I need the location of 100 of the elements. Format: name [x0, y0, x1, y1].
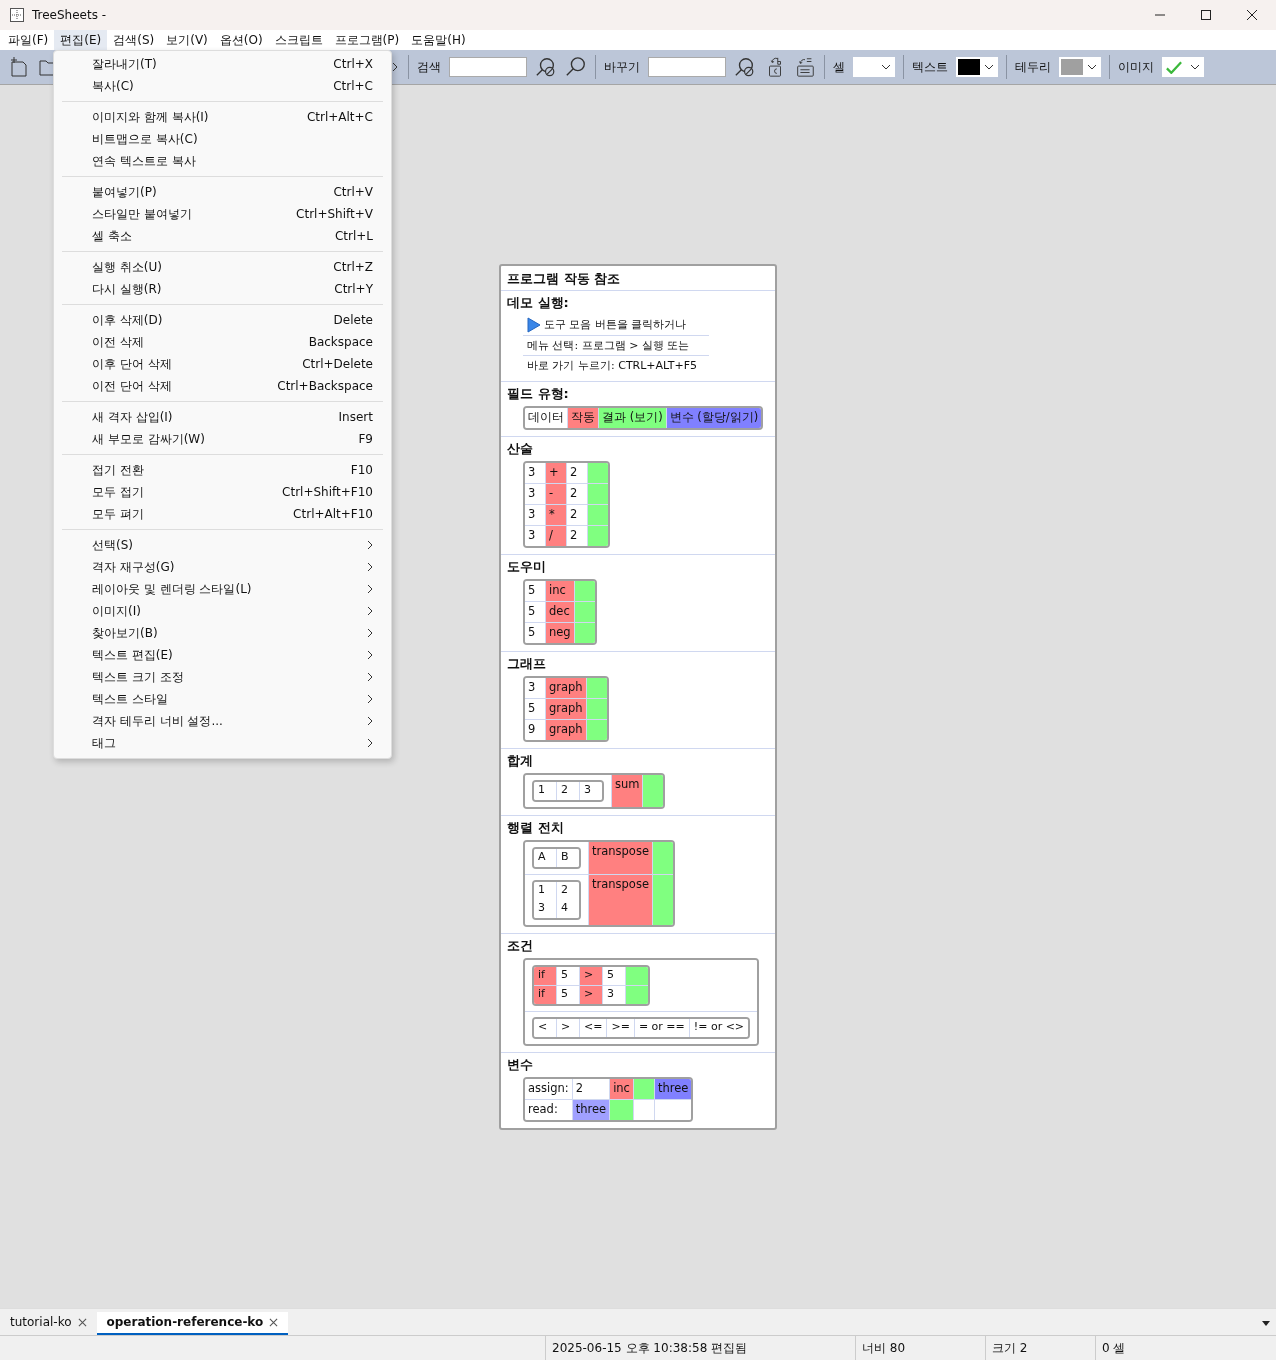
- grid-cell[interactable]: 5: [603, 966, 626, 986]
- menu-item[interactable]: 이후 삭제(D) Delete: [54, 309, 391, 331]
- menu-item[interactable]: 파일(F): [2, 29, 55, 51]
- menu-item[interactable]: 잘라내기(T) Ctrl+X: [54, 53, 391, 75]
- grid-cell[interactable]: dec: [546, 601, 575, 623]
- grid-cell[interactable]: 5: [525, 601, 546, 623]
- menu-item[interactable]: 셀 축소 Ctrl+L: [54, 225, 391, 247]
- menu-item[interactable]: 스타일만 붙여넣기 Ctrl+Shift+V: [54, 203, 391, 225]
- menu-item[interactable]: 새 부모로 감싸기(W) F9: [54, 428, 391, 450]
- menu-item[interactable]: 보기(V): [160, 29, 214, 51]
- menu-item[interactable]: 이미지(I): [54, 600, 391, 622]
- grid-cell[interactable]: three: [654, 1078, 692, 1100]
- menu-item[interactable]: 새 격자 삽입(I) Insert: [54, 406, 391, 428]
- menu-item[interactable]: 이전 단어 삭제 Ctrl+Backspace: [54, 375, 391, 397]
- grid-cell[interactable]: 1: [534, 881, 557, 900]
- replace-all-icon[interactable]: [794, 56, 816, 78]
- grid-cell[interactable]: 1 2 3 4: [525, 874, 589, 925]
- grid-cell[interactable]: 3: [525, 483, 546, 505]
- menu-item[interactable]: 선택(S): [54, 534, 391, 556]
- grid-cell[interactable]: 5: [557, 966, 580, 986]
- grid-cell[interactable]: [574, 580, 595, 602]
- grid-cell[interactable]: 3: [525, 525, 546, 546]
- menu-item[interactable]: 텍스트 스타일: [54, 688, 391, 710]
- grid-cell[interactable]: 2: [567, 462, 588, 484]
- grid-cell[interactable]: 2: [567, 504, 588, 526]
- menu-item[interactable]: 이후 단어 삭제 Ctrl+Delete: [54, 353, 391, 375]
- menu-item[interactable]: 실행 취소(U) Ctrl+Z: [54, 256, 391, 278]
- grid-cell[interactable]: +: [546, 462, 567, 484]
- grid-cell[interactable]: [588, 504, 608, 526]
- grid-cell[interactable]: 2: [567, 483, 588, 505]
- menu-item[interactable]: 비트맵으로 복사(C): [54, 128, 391, 150]
- chevron-icon[interactable]: [392, 62, 398, 72]
- grid-cell[interactable]: if 5 > 5 if 5 > 3: [525, 959, 758, 1012]
- grid-cell[interactable]: >: [580, 966, 603, 986]
- grid-cell[interactable]: A B: [525, 841, 589, 875]
- grid-cell[interactable]: 3: [525, 504, 546, 526]
- grid-cell[interactable]: neg: [546, 622, 575, 643]
- menu-item[interactable]: 다시 실행(R) Ctrl+Y: [54, 278, 391, 300]
- document-tab[interactable]: tutorial-ko: [0, 1312, 97, 1335]
- grid-cell[interactable]: [588, 525, 608, 546]
- grid-cell[interactable]: transpose: [589, 874, 653, 925]
- close-icon[interactable]: [269, 1317, 279, 1327]
- grid-cell[interactable]: [626, 966, 648, 986]
- grid-cell[interactable]: 작동: [568, 407, 599, 428]
- grid-cell[interactable]: [652, 841, 673, 875]
- close-icon[interactable]: [1246, 9, 1258, 21]
- menu-item[interactable]: 태그: [54, 732, 391, 754]
- document-tab[interactable]: operation-reference-ko: [96, 1312, 289, 1335]
- grid-cell[interactable]: 2: [567, 525, 588, 546]
- maximize-icon[interactable]: [1200, 9, 1212, 21]
- grid-cell[interactable]: [643, 774, 664, 807]
- grid-cell[interactable]: if: [534, 966, 557, 986]
- grid-cell[interactable]: 5: [525, 698, 546, 720]
- menu-item[interactable]: 모두 펴기 Ctrl+Alt+F10: [54, 503, 391, 525]
- dropdown-arrow-icon[interactable]: [1262, 1321, 1270, 1327]
- menu-item[interactable]: 이미지와 함께 복사(I) Ctrl+Alt+C: [54, 106, 391, 128]
- grid-cell[interactable]: 데이터: [525, 407, 568, 428]
- menu-item[interactable]: 프로그램(P): [328, 29, 406, 51]
- grid-cell[interactable]: 변수 (할당/읽기): [666, 407, 762, 428]
- grid-cell[interactable]: 1 2 3: [525, 774, 612, 807]
- grid-cell[interactable]: graph: [546, 698, 587, 720]
- grid-cell[interactable]: <: [534, 1018, 557, 1037]
- menu-item[interactable]: 복사(C) Ctrl+C: [54, 75, 391, 97]
- grid-cell[interactable]: -: [546, 483, 567, 505]
- search-icon[interactable]: [565, 56, 587, 78]
- menu-item[interactable]: 텍스트 편집(E): [54, 644, 391, 666]
- grid-cell[interactable]: transpose: [589, 841, 653, 875]
- grid-cell[interactable]: read:: [525, 1099, 573, 1120]
- grid-cell[interactable]: assign:: [525, 1078, 573, 1100]
- menu-item[interactable]: 붙여넣기(P) Ctrl+V: [54, 181, 391, 203]
- grid-cell[interactable]: 3: [525, 462, 546, 484]
- grid-cell[interactable]: 5: [525, 622, 546, 643]
- grid-cell[interactable]: [586, 677, 607, 699]
- new-document-icon[interactable]: [8, 56, 30, 78]
- grid-cell[interactable]: 결과 (보기): [599, 407, 667, 428]
- grid-cell[interactable]: graph: [546, 677, 587, 699]
- grid-cell[interactable]: *: [546, 504, 567, 526]
- menu-item[interactable]: 도움말(H): [405, 29, 472, 51]
- grid-cell[interactable]: 2: [572, 1078, 611, 1100]
- menu-item[interactable]: 찾아보기(B): [54, 622, 391, 644]
- menu-item[interactable]: 격자 테두리 너비 설정...: [54, 710, 391, 732]
- grid-cell[interactable]: inc: [610, 1078, 634, 1100]
- menu-item[interactable]: 이전 삭제 Backspace: [54, 331, 391, 353]
- clear-replace-icon[interactable]: [734, 56, 756, 78]
- menu-item[interactable]: 편집(E): [54, 29, 108, 51]
- search-field[interactable]: [449, 57, 527, 77]
- grid-cell[interactable]: 3: [525, 677, 546, 699]
- dropdown[interactable]: [956, 57, 998, 77]
- grid-cell[interactable]: inc: [546, 580, 575, 602]
- grid-cell[interactable]: 1: [534, 781, 557, 800]
- menu-item[interactable]: 모두 접기 Ctrl+Shift+F10: [54, 481, 391, 503]
- grid-cell[interactable]: graph: [546, 719, 587, 740]
- grid-cell[interactable]: [588, 462, 608, 484]
- menu-item[interactable]: 격자 재구성(G): [54, 556, 391, 578]
- grid-cell[interactable]: [633, 1078, 655, 1100]
- menu-item[interactable]: 텍스트 크기 조정: [54, 666, 391, 688]
- menu-item[interactable]: 스크립트: [268, 29, 329, 51]
- clear-search-icon[interactable]: [535, 56, 557, 78]
- grid-cell[interactable]: 5: [525, 580, 546, 602]
- menu-item[interactable]: 연속 텍스트로 복사: [54, 150, 391, 172]
